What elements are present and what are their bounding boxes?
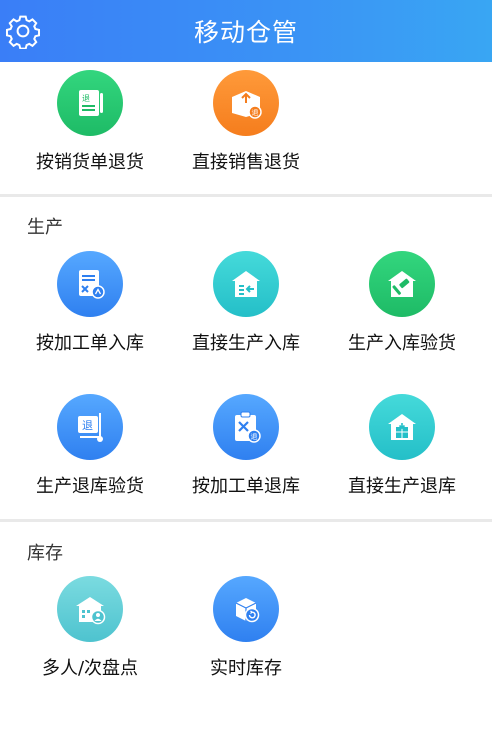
section-divider (0, 519, 492, 522)
svg-text:退: 退 (252, 108, 259, 117)
tile-direct-sales-return[interactable]: 退 直接销售退货 (168, 70, 324, 190)
tile-label: 生产入库验货 (348, 333, 456, 354)
tile-direct-production-stock-return[interactable]: 直接生产退库 (324, 394, 480, 514)
tile-direct-production-stock-in[interactable]: 直接生产入库 (168, 251, 324, 371)
realtime-stock-icon (213, 576, 279, 642)
tile-label: 按销货单退货 (36, 152, 144, 173)
page-title: 移动仓管 (193, 18, 298, 47)
tile-label: 按加工单退库 (192, 476, 300, 497)
tile-label: 直接生产退库 (348, 476, 456, 497)
tile-label: 按加工单入库 (36, 333, 144, 354)
return-document-icon: 退 (57, 70, 123, 136)
tile-label: 生产退库验货 (36, 476, 144, 497)
return-cart-icon: 退 (57, 394, 123, 460)
section-title-inventory: 库存 (27, 543, 63, 564)
clipboard-tools-icon: 退 (213, 394, 279, 460)
tile-work-order-stock-return[interactable]: 退 按加工单退库 (168, 394, 324, 514)
svg-text:退: 退 (82, 419, 93, 432)
multi-user-stocktake-icon (57, 576, 123, 642)
svg-text:退: 退 (82, 94, 90, 103)
tile-realtime-stock[interactable]: 实时库存 (168, 576, 324, 696)
tile-multi-user-stocktake[interactable]: 多人/次盘点 (12, 576, 168, 696)
gear-icon[interactable] (4, 12, 42, 50)
return-box-icon: 退 (213, 70, 279, 136)
tile-production-stock-in-inspection[interactable]: 生产入库验货 (324, 251, 480, 371)
tile-production-return-inspection[interactable]: 退 生产退库验货 (12, 394, 168, 514)
tile-label: 多人/次盘点 (41, 658, 139, 679)
tile-label: 直接销售退货 (192, 152, 300, 173)
warehouse-in-icon (213, 251, 279, 317)
tile-label: 实时库存 (210, 658, 282, 679)
section-title-production: 生产 (27, 217, 63, 238)
app-header: 移动仓管 (0, 0, 492, 62)
inspection-hammer-icon (369, 251, 435, 317)
tile-work-order-stock-in[interactable]: 按加工单入库 (12, 251, 168, 371)
tile-sales-order-return[interactable]: 退 按销货单退货 (12, 70, 168, 190)
tile-label: 直接生产入库 (192, 333, 300, 354)
section-divider (0, 194, 492, 197)
work-order-icon (57, 251, 123, 317)
svg-text:退: 退 (251, 432, 258, 441)
warehouse-return-icon (369, 394, 435, 460)
